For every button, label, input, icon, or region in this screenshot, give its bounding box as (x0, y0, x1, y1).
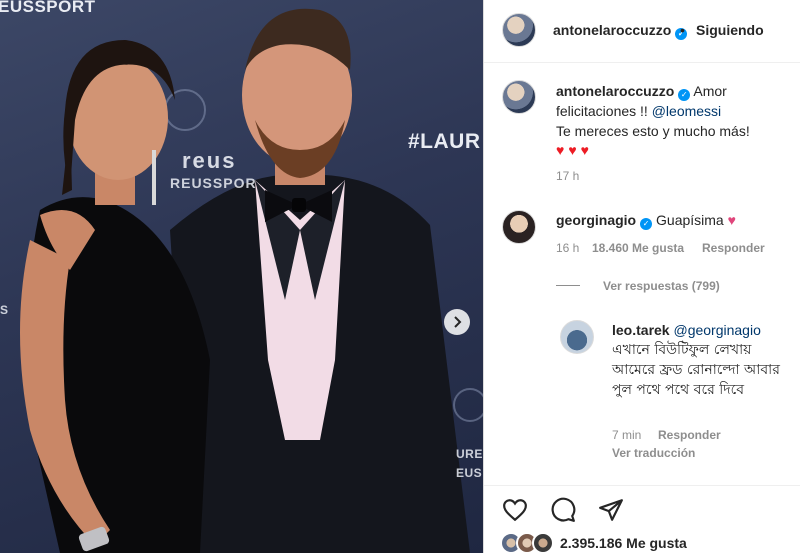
share-icon[interactable] (598, 497, 624, 523)
comment-timestamp[interactable]: 7 min (612, 428, 641, 442)
likes-count[interactable]: 2.395.186 Me gusta (560, 535, 687, 551)
post-photo[interactable]: EUSSPORT #LAUR reus REUSSPOR URE EUS S (0, 0, 483, 553)
backdrop-hashtag-text: #LAUR (408, 130, 481, 153)
post-photo-illustration (20, 8, 483, 553)
comment-leo-tarek-header: leo.tarek @georginagio (612, 320, 761, 340)
comment-username[interactable]: georginagio (556, 212, 636, 228)
caption-text-line1: Amor (693, 83, 727, 99)
replies-divider (556, 285, 580, 286)
comment-icon[interactable] (550, 497, 576, 523)
backdrop-logo-text-right: URE (456, 447, 483, 461)
backdrop-brand-text: EUSSPORT (0, 0, 96, 16)
comments-panel: antonelaroccuzzo ✓ • Siguiendo antonelaro… (483, 0, 800, 554)
see-translation-button[interactable]: Ver traducción (612, 446, 695, 460)
backdrop-logo-subtext: REUSSPOR (170, 175, 257, 191)
reply-button[interactable]: Responder (702, 241, 765, 255)
header-username[interactable]: antonelaroccuzzo (553, 22, 671, 38)
caption-mention-link[interactable]: @leomessi (652, 103, 721, 119)
backdrop-logo-text: reus (182, 148, 237, 173)
header-separator: • (680, 22, 685, 38)
next-photo-button[interactable] (444, 309, 470, 335)
avatar[interactable] (502, 13, 536, 47)
comment-avatar-georginagio[interactable] (502, 210, 536, 244)
following-button[interactable]: Siguiendo (696, 22, 764, 38)
comment-text: এখানে বিউটিফুল লেখায় আমেরে ফ্রড রোনাল্দ… (612, 342, 780, 398)
caption-avatar[interactable] (502, 80, 536, 114)
verified-icon: ✓ (640, 218, 653, 230)
backdrop-logo-text-left: S (0, 303, 9, 317)
caption: antonelaroccuzzo ✓ Amor felicitaciones !!… (556, 81, 786, 141)
chevron-right-icon (454, 316, 462, 328)
header-username-link[interactable]: antonelaroccuzzo ✓ (553, 22, 688, 40)
comment-likes-count[interactable]: 18.460 Me gusta (592, 241, 684, 255)
caption-text-line3: Te mereces esto y mucho más! (556, 123, 750, 139)
comment-avatar-leo-tarek[interactable] (560, 320, 594, 354)
post-header: antonelaroccuzzo ✓ • Siguiendo (484, 0, 800, 63)
comment-timestamp[interactable]: 16 h (556, 241, 579, 255)
verified-icon: ✓ (678, 89, 691, 101)
caption-username[interactable]: antonelaroccuzzo (556, 83, 674, 99)
backdrop-logo-subtext-right: EUS (456, 466, 483, 480)
reply-button[interactable]: Responder (658, 428, 721, 442)
caption-hearts-emoji: ♥♥♥ (556, 142, 593, 158)
comment-mention-link[interactable]: @georginagio (673, 322, 760, 338)
caption-text-line2: felicitaciones !! (556, 103, 652, 119)
heart-icon[interactable] (502, 497, 528, 523)
comment-text: Guapísima (656, 212, 724, 228)
comment-username[interactable]: leo.tarek (612, 322, 670, 338)
caption-timestamp[interactable]: 17 h (556, 169, 579, 183)
action-bar (502, 497, 624, 523)
likes-summary[interactable]: 2.395.186 Me gusta (500, 532, 687, 554)
liker-avatar (532, 532, 554, 554)
heart-emoji: ♥ (727, 212, 736, 228)
comment-georginagio: georginagio ✓ Guapísima ♥ (556, 210, 736, 230)
view-replies-button[interactable]: Ver respuestas (799) (603, 279, 720, 293)
likes-count-text[interactable]: 2.395.186 Me gusta (560, 535, 687, 551)
